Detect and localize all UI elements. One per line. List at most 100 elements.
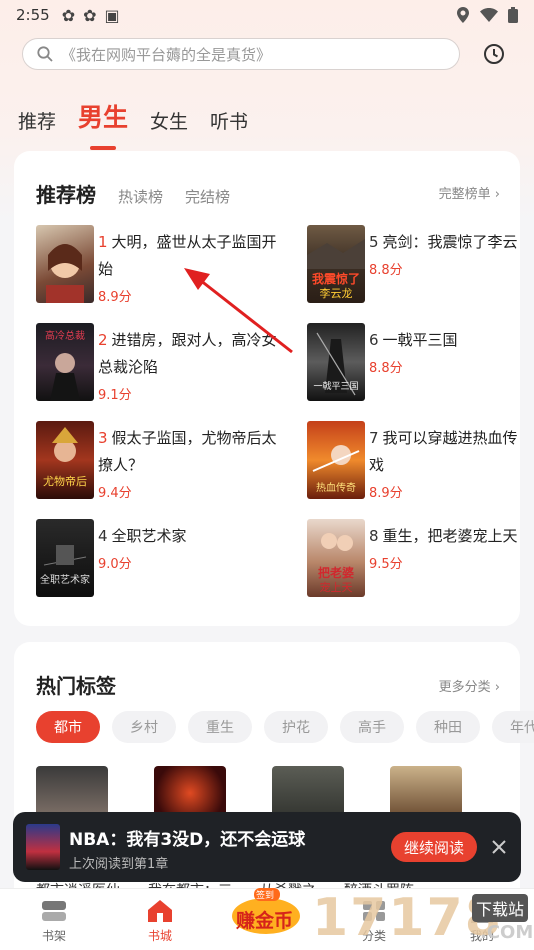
earn-badge-main: 赚金币 (236, 910, 294, 932)
watermark: 17178 下载站 .COM (312, 888, 534, 950)
mini-book-title: NBA：我有3没D，还不会运球 (69, 830, 306, 850)
tag-chip[interactable]: 都市 (36, 711, 100, 743)
svg-text:我震惊了: 我震惊了 (312, 271, 360, 286)
nav-label: 书架 (41, 929, 66, 943)
tab-recommend[interactable]: 推荐 (18, 107, 56, 134)
tag-chip[interactable]: 重生 (188, 711, 252, 743)
continue-reading-bar[interactable]: NBA：我有3没D，还不会运球 上次阅读到第1章 继续阅读 (13, 812, 521, 882)
book-score: 9.5分 (369, 557, 403, 572)
svg-text:一戟平三国: 一戟平三国 (313, 380, 358, 392)
wifi-icon (480, 8, 498, 22)
history-clock-icon[interactable] (481, 41, 507, 67)
close-icon[interactable] (488, 836, 510, 858)
ranking-tab-finished[interactable]: 完结榜 (185, 186, 230, 207)
tag-chips: 都市 乡村 重生 护花 高手 种田 年代 (36, 711, 534, 743)
status-bar: 2:55 ✿ ✿ ▣ (0, 0, 534, 30)
book-score: 8.8分 (369, 263, 403, 278)
earn-badge-top: 签到 (256, 891, 275, 901)
book-item[interactable]: 全职艺术家 4 全职艺术家 9.0分 (36, 519, 281, 599)
search-placeholder: 《我在网购平台薅的全是真货》 (61, 45, 272, 64)
book-item[interactable]: 尤物帝后 3 假太子监国，尤物帝后太撩人？ 9.4分 (36, 421, 281, 501)
book-score: 8.9分 (369, 486, 403, 501)
full-ranking-label: 完整榜单 (438, 187, 491, 202)
book-score: 9.1分 (98, 388, 132, 403)
book-cover: 把老婆 宠上天 (307, 519, 365, 597)
home-icon (148, 900, 172, 922)
earn-coins-button[interactable]: 签到 赚金币 (228, 886, 304, 938)
svg-text:全职艺术家: 全职艺术家 (40, 573, 90, 586)
book-item[interactable]: 一戟平三国 6 一戟平三国 8.8分 (307, 323, 534, 403)
svg-text:高冷总裁: 高冷总裁 (45, 329, 85, 342)
tag-chip[interactable]: 护花 (264, 711, 328, 743)
tag-chip[interactable]: 种田 (416, 711, 480, 743)
tab-female[interactable]: 女生 (150, 107, 188, 134)
book-score: 9.0分 (98, 557, 132, 572)
chevron-right-icon: › (494, 680, 500, 695)
book-cover (26, 824, 60, 870)
book-cover (36, 225, 94, 303)
book-title: 进错房，跟对人，高冷女总裁沦陷 (98, 331, 277, 376)
book-title: 假太子监国，尤物帝后太撩人？ (98, 429, 277, 474)
app-notification-icon: ✿ (83, 5, 97, 25)
nav-label: 书城 (147, 929, 172, 943)
book-rank: 3 (98, 429, 108, 447)
tag-chip[interactable]: 高手 (340, 711, 404, 743)
book-title: 一戟平三国 (382, 331, 458, 349)
watermark-domain: .COM (480, 922, 534, 943)
book-cover: 一戟平三国 (307, 323, 365, 401)
ranking-card: 推荐榜 热读榜 完结榜 完整榜单 › 1 大明，盛世从太子监国开始 8.9分 高冷总… (14, 151, 520, 626)
book-rank: 2 (98, 331, 108, 349)
book-title: 重生，把老婆宠上天 (382, 527, 518, 545)
book-score: 8.8分 (369, 361, 403, 376)
book-rank: 1 (98, 233, 108, 251)
search-icon (37, 46, 53, 62)
book-rank: 7 (369, 429, 379, 447)
tag-chip[interactable]: 乡村 (112, 711, 176, 743)
book-cover: 高冷总裁 (36, 323, 94, 401)
full-ranking-link[interactable]: 完整榜单 › (439, 183, 500, 202)
book-cover: 尤物帝后 (36, 421, 94, 499)
more-categories-link[interactable]: 更多分类 › (439, 676, 500, 695)
continue-reading-button[interactable]: 继续阅读 (391, 832, 477, 862)
book-cover: 我震惊了 李云龙 (307, 225, 365, 303)
book-rank: 8 (369, 527, 379, 545)
hot-tags-title: 热门标签 (36, 674, 116, 698)
book-rank: 5 (369, 233, 379, 251)
book-title: 我可以穿越进热血传戏 (369, 429, 518, 474)
book-score: 8.9分 (98, 290, 132, 305)
tab-audiobook[interactable]: 听书 (210, 107, 248, 134)
book-rank: 6 (369, 331, 379, 349)
book-score: 9.4分 (98, 486, 132, 501)
channel-tabs: 推荐 男生 女生 听书 (18, 90, 270, 150)
nav-bookshelf[interactable]: 书架 (24, 899, 84, 944)
app-notification-icon: ✿ (61, 5, 76, 25)
svg-text:尤物帝后: 尤物帝后 (43, 474, 87, 488)
ranking-tab-recommend[interactable]: 推荐榜 (36, 179, 96, 208)
nav-bookstore[interactable]: 书城 (130, 899, 190, 944)
book-item[interactable]: 我震惊了 李云龙 5 亮剑：我震惊了李云 8.8分 (307, 225, 534, 305)
book-rank: 4 (98, 527, 108, 545)
status-time: 2:55 (16, 6, 50, 24)
chevron-right-icon: › (494, 187, 500, 202)
mini-progress: 上次阅读到第1章 (69, 857, 169, 872)
book-title: 亮剑：我震惊了李云 (382, 233, 518, 251)
bookshelf-icon (42, 901, 66, 921)
battery-icon (508, 7, 518, 23)
more-categories-label: 更多分类 (438, 680, 491, 695)
book-item[interactable]: 热血传奇 7 我可以穿越进热血传戏 8.9分 (307, 421, 534, 501)
watermark-tag: 下载站 (472, 894, 529, 922)
book-cover: 全职艺术家 (36, 519, 94, 597)
svg-text:李云龙: 李云龙 (320, 286, 353, 300)
book-title: 全职艺术家 (111, 527, 187, 545)
book-item[interactable]: 高冷总裁 2 进错房，跟对人，高冷女总裁沦陷 9.1分 (36, 323, 281, 403)
book-item[interactable]: 把老婆 宠上天 8 重生，把老婆宠上天 9.5分 (307, 519, 534, 599)
book-item[interactable]: 1 大明，盛世从太子监国开始 8.9分 (36, 225, 281, 305)
ranking-tab-hot[interactable]: 热读榜 (118, 186, 163, 207)
svg-text:热血传奇: 热血传奇 (316, 481, 356, 494)
location-icon (457, 7, 469, 23)
notification-a-icon: ▣ (104, 5, 120, 25)
book-cover: 热血传奇 (307, 421, 365, 499)
tag-chip[interactable]: 年代 (492, 711, 534, 743)
tab-male[interactable]: 男生 (78, 98, 128, 150)
search-input[interactable]: 《我在网购平台薅的全是真货》 (22, 38, 460, 70)
